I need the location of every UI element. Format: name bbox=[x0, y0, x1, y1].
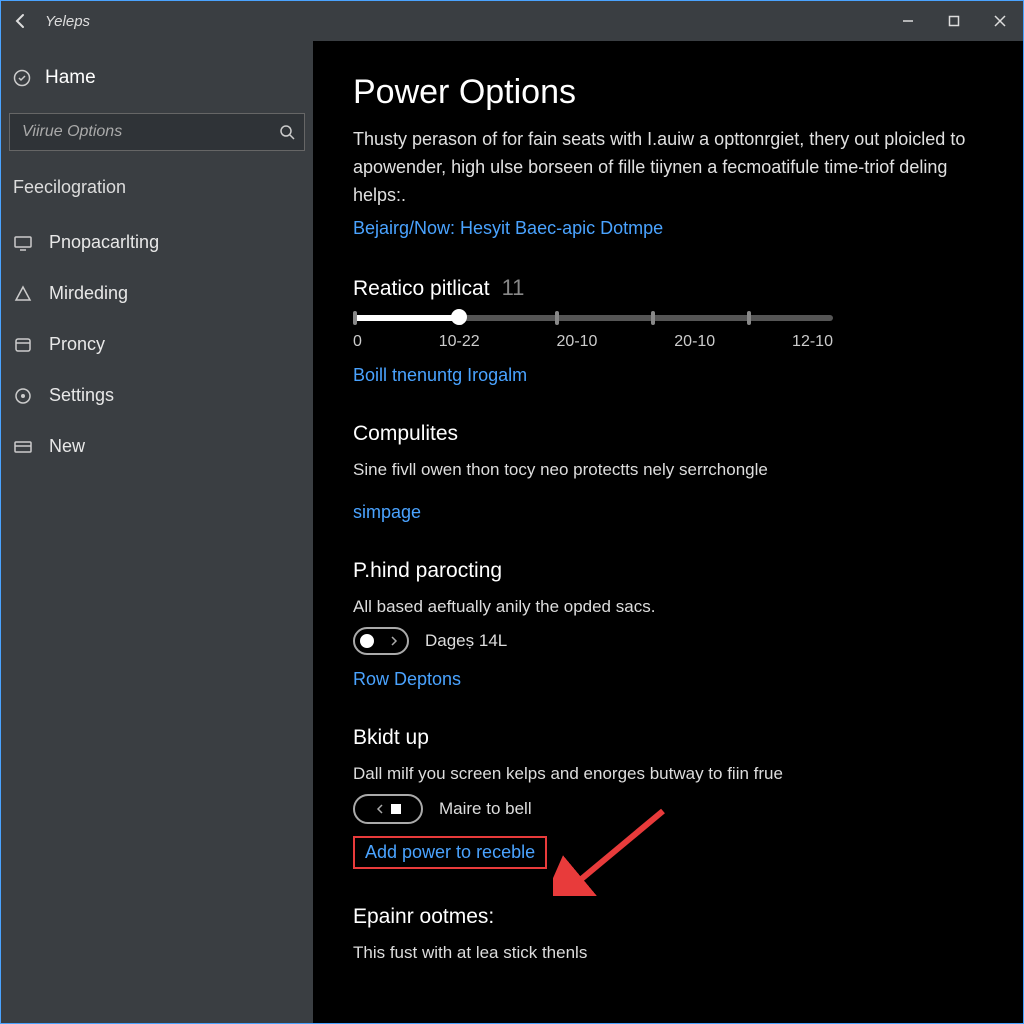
bkidt-section: Bkidt up Dall milf you screen kelps and … bbox=[353, 726, 983, 869]
sidebar-item-mirdeding[interactable]: Mirdeding bbox=[9, 271, 305, 316]
chevron-left-icon bbox=[375, 804, 385, 814]
slider[interactable] bbox=[353, 315, 833, 321]
section-title: Compulites bbox=[353, 422, 458, 446]
sidebar-item-label: Mirdeding bbox=[49, 283, 128, 304]
search-wrap bbox=[9, 113, 305, 151]
minimize-button[interactable] bbox=[885, 1, 931, 41]
slider-labels: 0 10-22 20-10 20-10 12-10 bbox=[353, 333, 833, 351]
section-desc: Sine fivll owen thon tocy neo protectts … bbox=[353, 460, 983, 480]
app-title: Yeleps bbox=[45, 13, 90, 30]
search-icon bbox=[279, 124, 295, 140]
maximize-button[interactable] bbox=[931, 1, 977, 41]
toggle-label: Dageṣ 14L bbox=[425, 631, 507, 651]
sidebar-home-label: Hame bbox=[45, 67, 96, 89]
window-controls bbox=[885, 1, 1023, 41]
titlebar: Yeleps bbox=[1, 1, 1023, 41]
callout-arrow-icon bbox=[553, 806, 673, 896]
slider-tick bbox=[747, 311, 751, 325]
back-button[interactable] bbox=[9, 9, 33, 33]
arrow-left-icon bbox=[12, 12, 30, 30]
box-icon bbox=[13, 335, 33, 355]
titlebar-left: Yeleps bbox=[9, 9, 90, 33]
slider-tick bbox=[555, 311, 559, 325]
maximize-icon bbox=[948, 15, 960, 27]
slider-label: 10-22 bbox=[439, 333, 480, 351]
sidebar-item-label: New bbox=[49, 436, 85, 457]
simpage-link[interactable]: simpage bbox=[353, 502, 421, 523]
slider-value: 11 bbox=[502, 275, 525, 301]
intro-link[interactable]: Bejairg/Now: Hesyit Baec-apic Dotmpe bbox=[353, 218, 663, 239]
add-power-link[interactable]: Add power to receble bbox=[353, 836, 547, 869]
section-title: P.hind parocting bbox=[353, 559, 502, 583]
main-content: Power Options Thusty perason of for fain… bbox=[313, 41, 1023, 1023]
slider-section: Reatico pitlicat 11 bbox=[353, 275, 983, 386]
dages-toggle[interactable] bbox=[353, 627, 409, 655]
sidebar-item-proncy[interactable]: Proncy bbox=[9, 322, 305, 367]
slider-tick bbox=[353, 311, 357, 325]
slider-thumb[interactable] bbox=[451, 309, 467, 325]
window-body: Hame Feecilogration Pnopacarlting Mirded… bbox=[1, 41, 1023, 1023]
intro-text: Thusty perason of for fain seats with I.… bbox=[353, 126, 973, 210]
toggle-row: Dageṣ 14L bbox=[353, 627, 983, 655]
section-title: Epainr ootmes: bbox=[353, 905, 494, 929]
triangle-icon bbox=[13, 284, 33, 304]
close-button[interactable] bbox=[977, 1, 1023, 41]
maire-toggle[interactable] bbox=[353, 794, 423, 824]
close-icon bbox=[994, 15, 1006, 27]
main-inner: Power Options Thusty perason of for fain… bbox=[353, 73, 983, 963]
sidebar-section-label: Feecilogration bbox=[9, 169, 305, 214]
slider-tick bbox=[651, 311, 655, 325]
compulites-section: Compulites Sine fivll owen thon tocy neo… bbox=[353, 422, 983, 523]
toggle-knob bbox=[360, 634, 374, 648]
sidebar-item-new[interactable]: New bbox=[9, 424, 305, 469]
slider-label: 20-10 bbox=[557, 333, 598, 351]
card-icon bbox=[13, 437, 33, 457]
section-desc: Dall milf you screen kelps and enorges b… bbox=[353, 764, 983, 784]
sidebar-home[interactable]: Hame bbox=[9, 59, 305, 97]
section-title: Bkidt up bbox=[353, 726, 429, 750]
sidebar-item-label: Pnopacarlting bbox=[49, 232, 159, 253]
slider-fill bbox=[353, 315, 459, 321]
minimize-icon bbox=[902, 15, 914, 27]
phind-section: P.hind parocting All based aeftually ani… bbox=[353, 559, 983, 690]
slider-link[interactable]: Boill tnenuntg Irogalm bbox=[353, 365, 527, 386]
settings-window: Yeleps Hame bbox=[0, 0, 1024, 1024]
sidebar: Hame Feecilogration Pnopacarlting Mirded… bbox=[1, 41, 313, 1023]
epainr-section: Epainr ootmes: This fust with at lea sti… bbox=[353, 905, 983, 963]
home-icon bbox=[13, 69, 31, 87]
circle-icon bbox=[13, 386, 33, 406]
chevron-right-icon bbox=[389, 636, 399, 646]
slider-title: Reatico pitlicat bbox=[353, 277, 490, 301]
search-input[interactable] bbox=[9, 113, 305, 151]
slider-label: 12-10 bbox=[792, 333, 833, 351]
sidebar-item-settings[interactable]: Settings bbox=[9, 373, 305, 418]
slider-label: 0 bbox=[353, 333, 362, 351]
sidebar-item-pnopacarlting[interactable]: Pnopacarlting bbox=[9, 220, 305, 265]
toggle-label: Maire to bell bbox=[439, 799, 532, 819]
section-desc: This fust with at lea stick thenls bbox=[353, 943, 983, 963]
slider-track bbox=[353, 315, 833, 321]
sidebar-item-label: Settings bbox=[49, 385, 114, 406]
page-title: Power Options bbox=[353, 73, 983, 112]
section-desc: All based aeftually anily the opded sacs… bbox=[353, 597, 983, 617]
slider-title-row: Reatico pitlicat 11 bbox=[353, 275, 983, 301]
row-deptons-link[interactable]: Row Deptons bbox=[353, 669, 461, 690]
toggle-square bbox=[391, 804, 401, 814]
sidebar-item-label: Proncy bbox=[49, 334, 105, 355]
slider-label: 20-10 bbox=[674, 333, 715, 351]
display-icon bbox=[13, 233, 33, 253]
